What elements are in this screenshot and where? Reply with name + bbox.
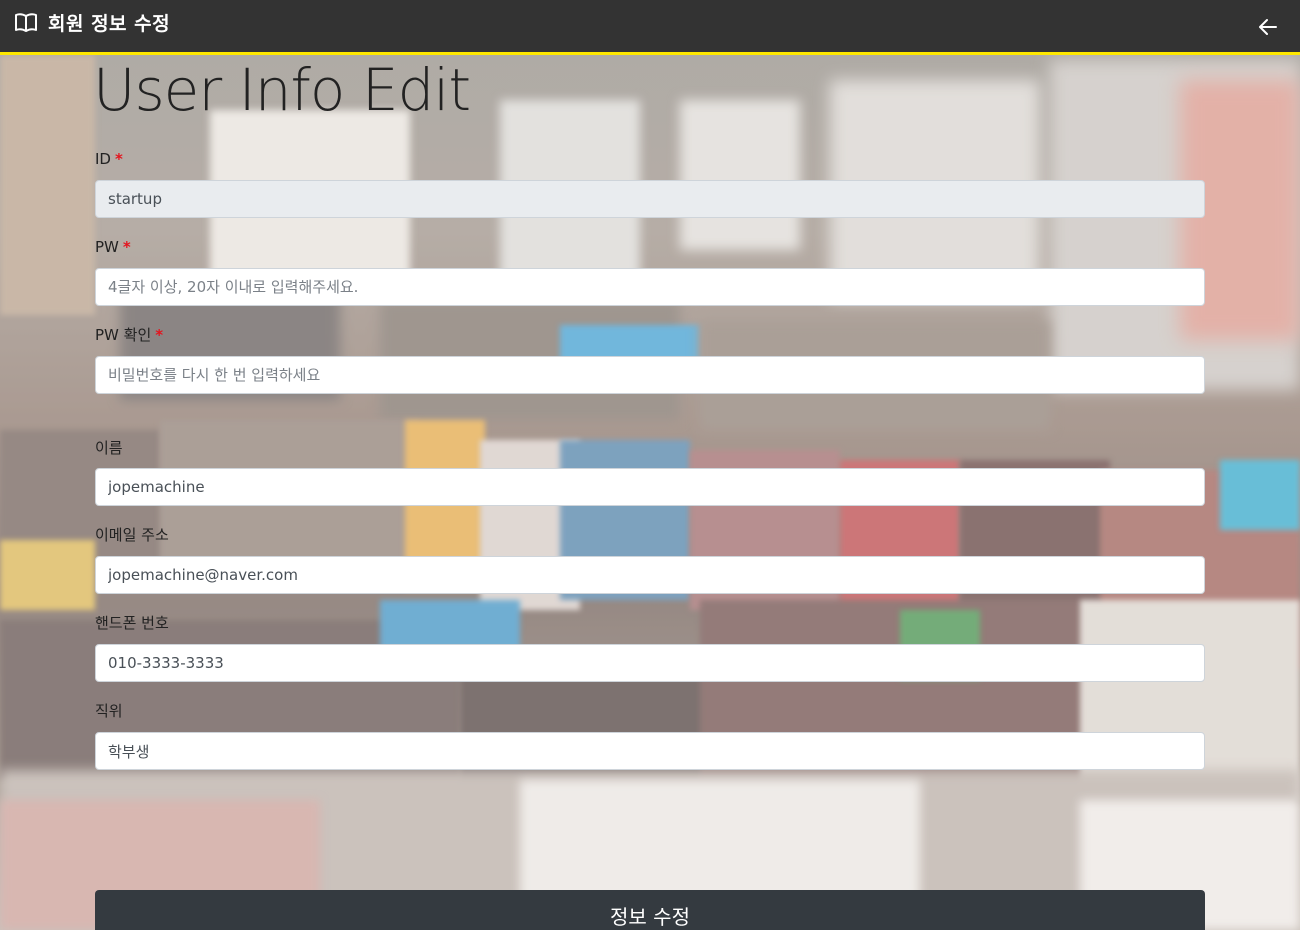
phone-field[interactable] <box>95 644 1205 682</box>
id-label: ID * <box>95 149 123 169</box>
pw-confirm-label: PW 확인 * <box>95 325 163 345</box>
required-mark: * <box>155 326 164 344</box>
update-info-button[interactable]: 정보 수정 <box>95 890 1205 930</box>
name-label: 이름 <box>95 439 123 457</box>
open-book-icon <box>14 12 38 34</box>
top-app-bar: 회원 정보 수정 <box>0 0 1300 55</box>
required-mark: * <box>122 238 131 256</box>
required-mark: * <box>114 150 123 168</box>
page-title: User Info Edit <box>93 56 471 124</box>
app-bar-title: 회원 정보 수정 <box>48 13 171 35</box>
arrow-left-icon[interactable] <box>1258 17 1278 37</box>
password-confirm-field[interactable] <box>95 356 1205 394</box>
email-label: 이메일 주소 <box>95 526 169 544</box>
phone-label: 핸드폰 번호 <box>95 614 169 632</box>
bookstore-background <box>0 0 1300 930</box>
pw-label-text: PW <box>95 238 119 256</box>
name-field[interactable] <box>95 468 1205 506</box>
pw-confirm-label-text: PW 확인 <box>95 326 152 344</box>
position-label: 직위 <box>95 702 123 720</box>
position-field[interactable] <box>95 732 1205 770</box>
email-field[interactable] <box>95 556 1205 594</box>
id-field[interactable] <box>95 180 1205 218</box>
pw-label: PW * <box>95 237 131 257</box>
password-field[interactable] <box>95 268 1205 306</box>
id-label-text: ID <box>95 150 111 168</box>
